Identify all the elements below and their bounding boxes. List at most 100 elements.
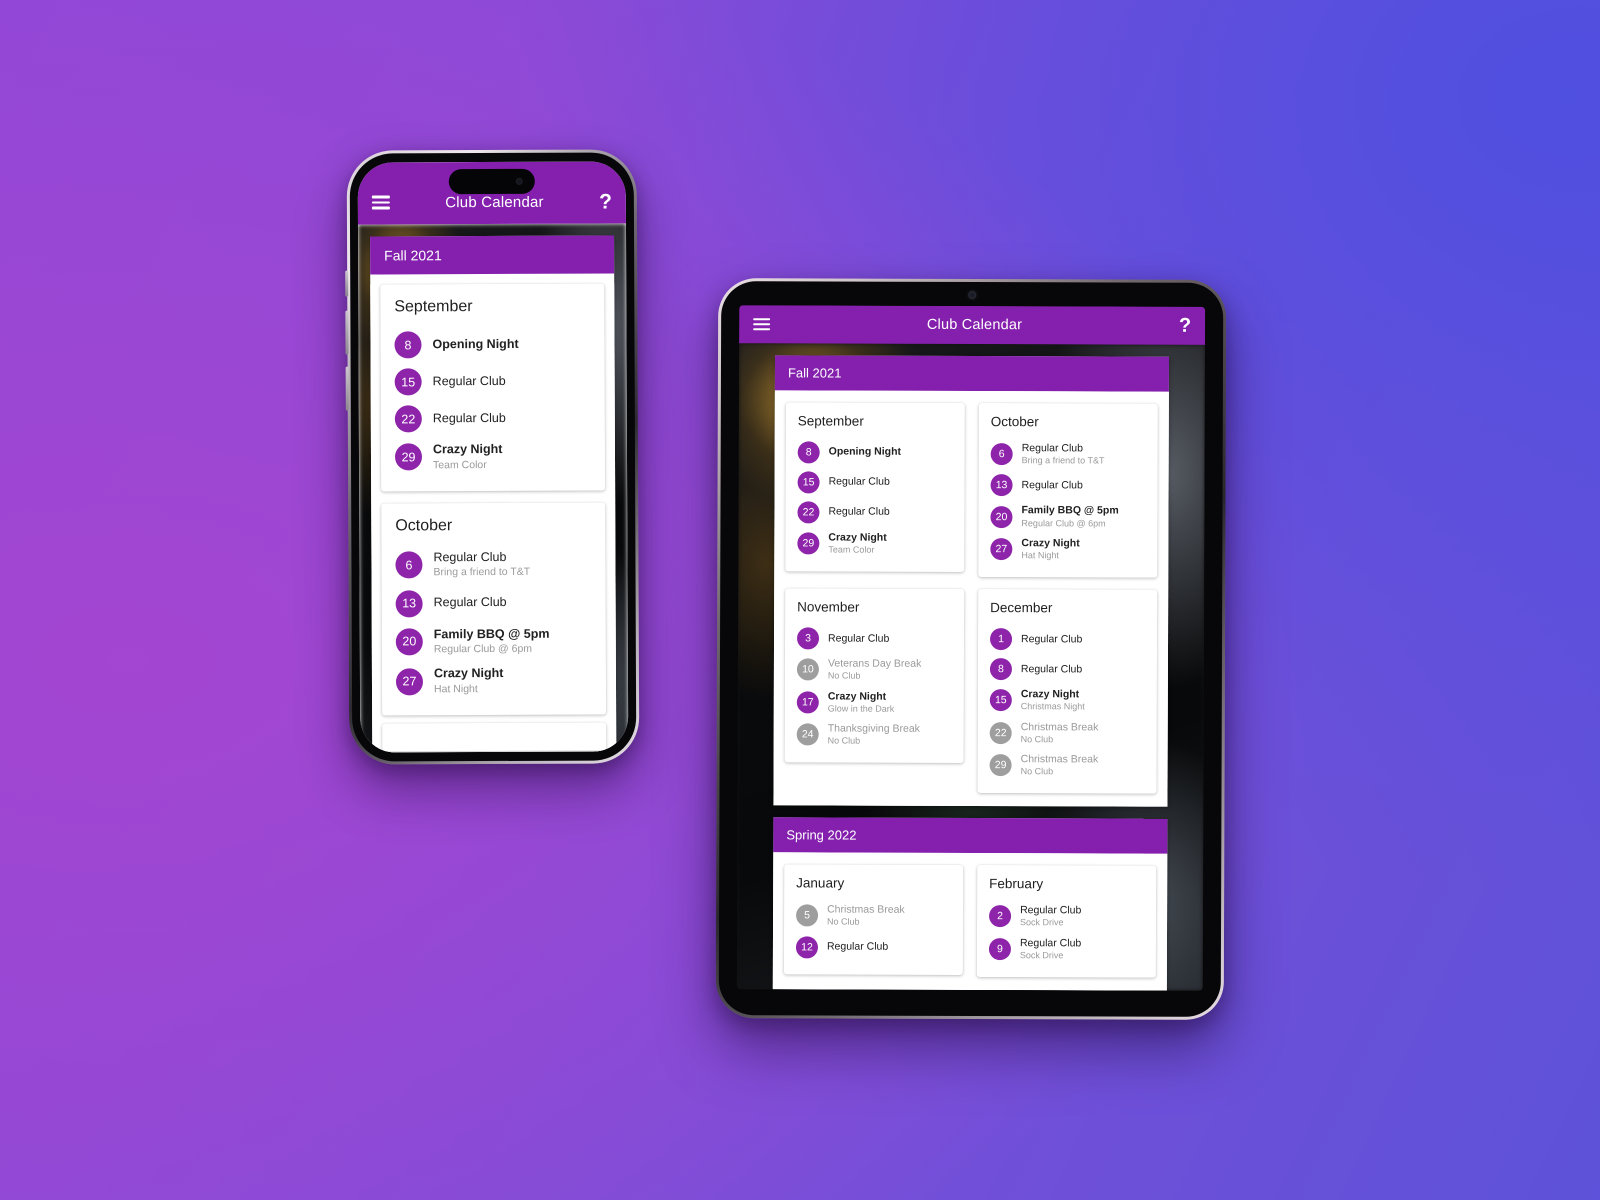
event-row[interactable]: 9 Regular Club Sock Drive [988,933,1144,966]
phone-app-content[interactable]: Fall 2021 September 8 Opening Night 15 Regula… [357,223,629,753]
day-badge: 13 [395,589,423,617]
event-row[interactable]: 8 Regular Club [989,654,1145,685]
page-title: Club Calendar [445,193,544,211]
event-row[interactable]: 20 Family BBQ @ 5pm Regular Club @ 6pm [395,621,592,662]
phone-volume-up-button [345,270,349,297]
event-row[interactable]: 10 Veterans Day Break No Club [796,654,952,687]
event-subtitle: Bring a friend to T&T [1021,455,1105,466]
event-text: Family BBQ @ 5pm Regular Club @ 6pm [1021,505,1118,530]
day-badge: 6 [395,551,423,579]
season-body: September 8 Opening Night 15 Regular Club 22 R… [370,283,617,753]
event-title: Opening Night [828,445,902,459]
day-badge: 17 [796,691,819,714]
event-row[interactable]: 12 Regular Club [795,932,951,963]
event-title: Regular Club [828,632,890,645]
event-row[interactable]: 13 Regular Club [990,470,1146,501]
event-row[interactable]: 22 Regular Club [394,400,591,438]
event-row[interactable]: 8 Opening Night [797,437,953,468]
event-title: Veterans Day Break [827,657,922,670]
month-card: September 8 Opening Night 15 Regular Club 22 R… [380,283,606,492]
event-title: Regular Club [828,505,890,519]
event-subtitle: Team Color [828,544,875,555]
event-title: Crazy Night [1020,688,1080,701]
event-row[interactable]: 6 Regular Club Bring a friend to T&T [395,544,591,585]
event-row[interactable]: 17 Crazy Night Glow in the Dark [796,686,952,719]
event-subtitle: Regular Club @ 6pm [1021,517,1106,528]
event-subtitle: Regular Club @ 6pm [433,642,533,656]
event-row[interactable]: 6 Regular Club Bring a friend to T&T [990,438,1146,471]
event-row[interactable]: 1 Regular Club [989,624,1145,655]
tablet-app-content[interactable]: Fall 2021 September 8 Opening Night 15 Regula… [736,343,1206,991]
month-card: February 2 Regular Club Sock Drive 9 Regular … [976,865,1157,978]
phone-bezel: Club Calendar ? Fall 2021 September 8 Openi… [349,152,637,762]
event-row[interactable]: 13 Regular Club [395,584,592,622]
event-row[interactable]: 15 Crazy Night Christmas Night [989,684,1145,717]
hamburger-menu-icon[interactable] [753,317,771,331]
event-subtitle: Sock Drive [1020,917,1064,928]
event-title: Crazy Night [828,531,887,544]
phone-device-mockup: Club Calendar ? Fall 2021 September 8 Openi… [345,149,640,765]
event-row[interactable]: 5 Christmas Break No Club [796,900,951,933]
event-row[interactable]: 20 Family BBQ @ 5pm Regular Club @ 6pm [990,500,1145,533]
season-body: September 8 Opening Night 15 Regular Club 22 R… [773,390,1169,807]
day-badge: 29 [989,754,1012,777]
event-row[interactable]: 29 Crazy Night Team Color [394,437,591,478]
day-badge: 1 [989,628,1013,651]
event-title: Regular Club [1020,904,1082,917]
help-icon[interactable]: ? [599,190,612,213]
event-title: Regular Club [828,475,890,489]
event-text: Regular Club Sock Drive [1020,937,1081,962]
month-title: February [989,876,1044,892]
hamburger-menu-icon[interactable] [371,195,390,210]
event-subtitle: No Club [827,916,860,927]
day-badge: 5 [796,904,819,927]
event-row[interactable]: 2 Regular Club Sock Drive [989,900,1144,933]
day-badge: 22 [989,721,1012,744]
season-section-fall-2021: Fall 2021 September 8 Opening Night 15 Regula… [773,355,1170,807]
event-text: Crazy Night Hat Night [1021,537,1079,562]
event-row[interactable]: 22 Regular Club [797,497,952,528]
month-card: November 3 Regular Club 10 Veterans Day Brea… [784,588,965,764]
event-title: Regular Club [826,940,889,953]
event-row[interactable]: 8 Opening Night [394,326,590,364]
month-title: October [395,516,453,535]
event-row[interactable]: 24 Thanksgiving Break No Club [796,718,952,751]
event-text: Christmas Break No Club [827,904,905,929]
event-text: Christmas Break No Club [1021,721,1099,746]
event-row[interactable]: 29 Christmas Break No Club [989,749,1145,782]
day-badge: 8 [989,658,1012,681]
event-text: Regular Club [1021,633,1082,646]
day-badge: 9 [988,937,1011,960]
event-text: Regular Club [828,506,889,519]
help-icon[interactable]: ? [1179,315,1191,337]
event-text: Thanksgiving Break No Club [828,722,920,747]
event-text: Regular Club [433,374,506,390]
event-row[interactable]: 15 Regular Club [797,467,953,498]
event-title: Crazy Night [827,690,887,703]
event-text: Regular Club Bring a friend to T&T [1022,442,1105,467]
event-title: Family BBQ @ 5pm [433,626,550,641]
day-badge: 24 [796,723,819,746]
season-header: Fall 2021 [774,355,1170,392]
day-badge: 8 [797,441,820,464]
day-badge: 12 [795,936,818,959]
month-card: October 6 Regular Club Bring a friend to T&… [978,403,1158,578]
event-row[interactable]: 27 Crazy Night Hat Night [395,661,592,702]
event-text: Regular Club [828,632,889,645]
day-badge: 20 [990,505,1013,528]
event-title: Regular Club [1021,478,1083,492]
month-title: September [394,298,473,316]
event-row[interactable]: 29 Crazy Night Team Color [797,527,952,560]
day-badge: 27 [990,538,1013,561]
event-row[interactable]: 15 Regular Club [394,363,591,401]
event-title: Crazy Night [1021,536,1080,550]
event-row[interactable]: 3 Regular Club [796,624,952,655]
event-row[interactable]: 22 Christmas Break No Club [989,717,1145,750]
event-text: Regular Club Sock Drive [1020,904,1081,929]
tablet-bezel: Club Calendar ? Fall 2021 September 8 Openi… [718,281,1224,1017]
event-title: Christmas Break [827,903,905,917]
event-subtitle: No Club [827,735,861,746]
event-row[interactable]: 27 Crazy Night Hat Night [990,533,1145,566]
event-text: Regular Club [1021,663,1082,676]
event-subtitle: Team Color [433,458,487,471]
